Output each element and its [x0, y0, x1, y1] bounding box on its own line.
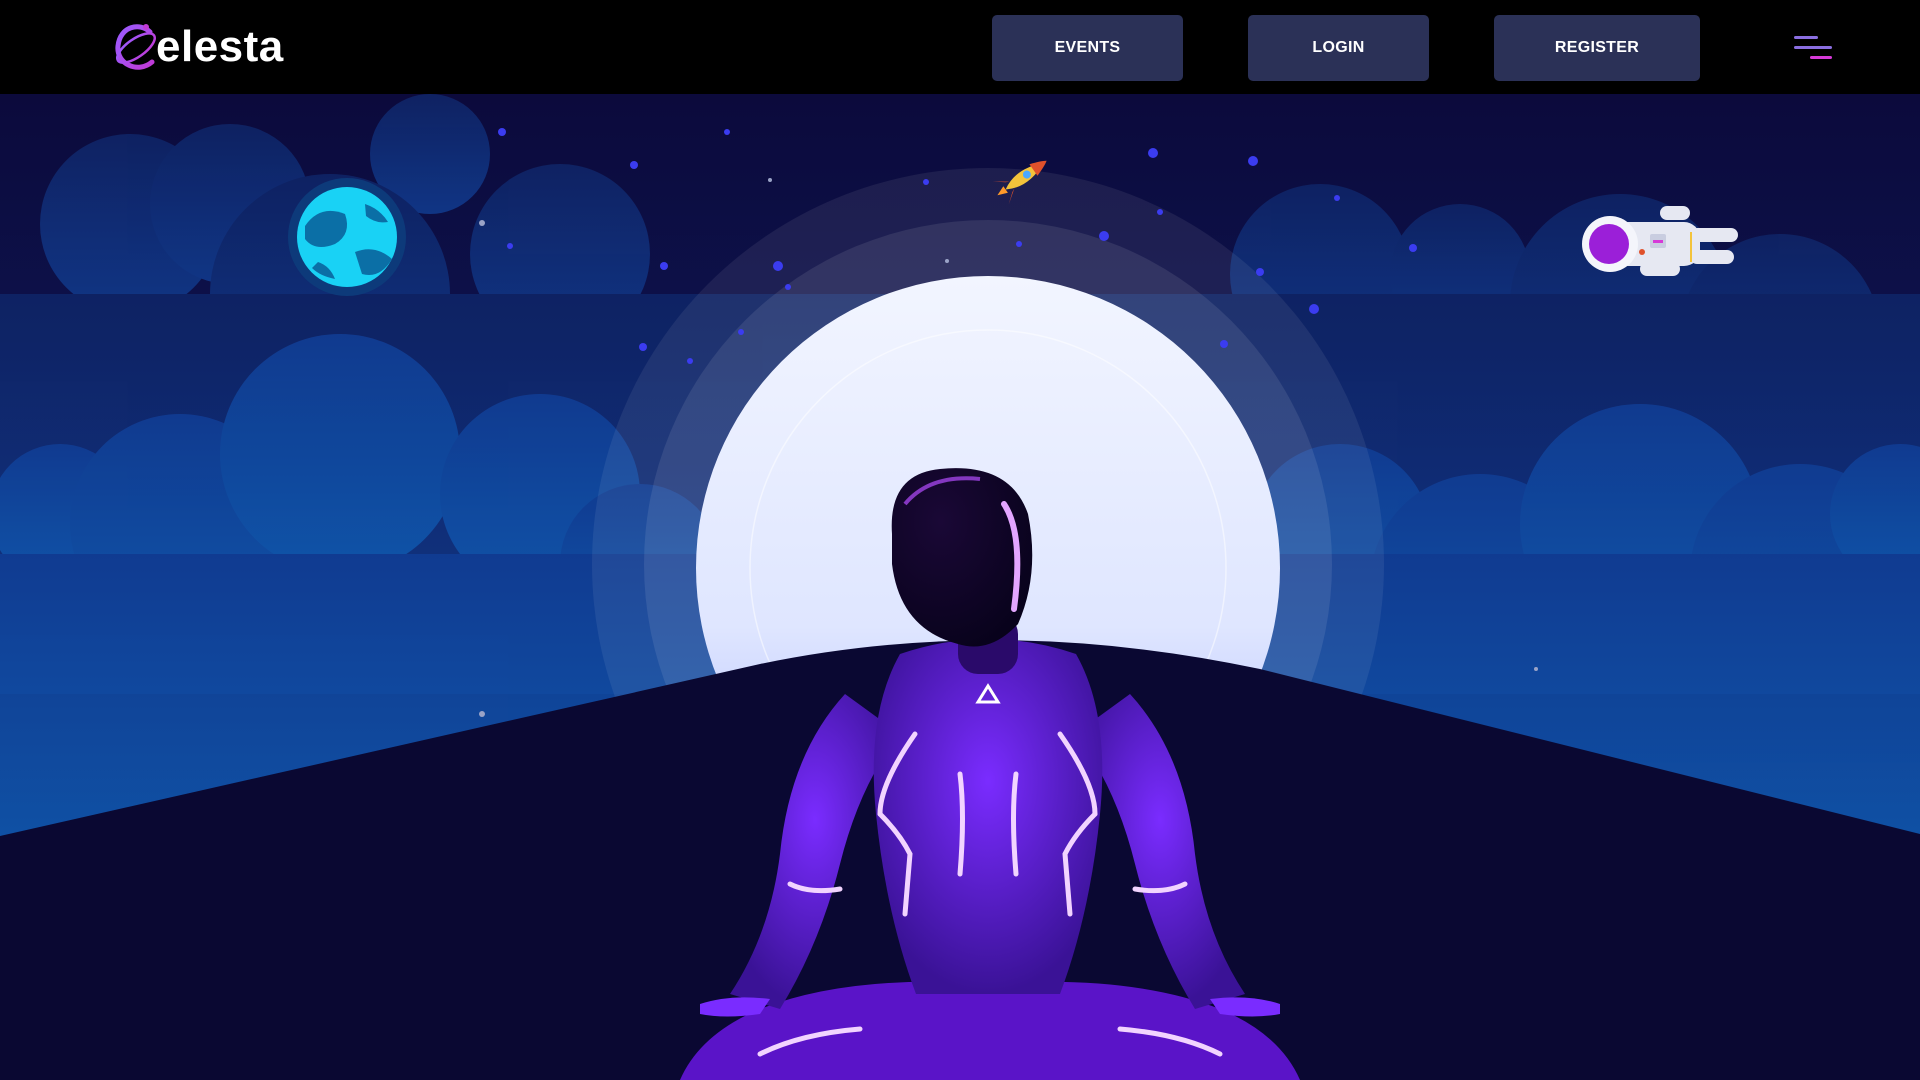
- menu-line: [1794, 46, 1832, 49]
- menu-line: [1810, 56, 1832, 59]
- planet-icon: [288, 178, 406, 296]
- top-navbar: elesta EVENTS LOGIN REGISTER: [0, 0, 1920, 94]
- landing-page: elesta EVENTS LOGIN REGISTER: [0, 0, 1920, 1080]
- register-button[interactable]: REGISTER: [1494, 15, 1700, 81]
- brand-name: elesta: [156, 22, 284, 71]
- hamburger-menu-icon[interactable]: [1790, 34, 1834, 64]
- login-button[interactable]: LOGIN: [1248, 15, 1429, 81]
- brand-logo[interactable]: elesta: [110, 18, 290, 76]
- menu-line: [1794, 36, 1818, 39]
- events-button[interactable]: EVENTS: [992, 15, 1183, 81]
- hero-illustration: [0, 94, 1920, 1080]
- hero-section: [0, 94, 1920, 1080]
